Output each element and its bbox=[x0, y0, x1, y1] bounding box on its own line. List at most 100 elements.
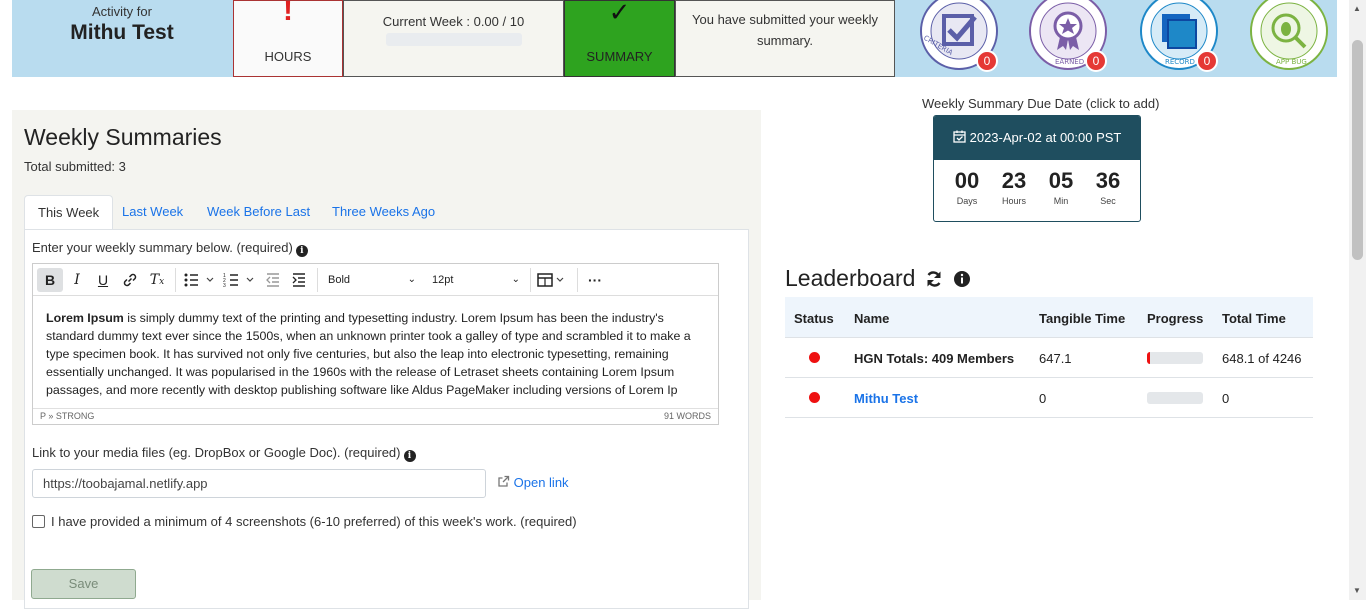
app-bug-badge-icon: APP BUG bbox=[1250, 0, 1328, 70]
checkmark-icon: ✓ bbox=[608, 1, 631, 27]
progress-bar bbox=[1147, 392, 1203, 404]
countdown-days-value: 00 bbox=[954, 168, 980, 193]
user-name: Mithu Test bbox=[70, 21, 174, 44]
col-status: Status bbox=[794, 311, 834, 326]
due-date-countdown[interactable]: 2023-Apr-02 at 00:00 PST 00 Days 23 Hour… bbox=[933, 115, 1141, 222]
page-title: Weekly Summaries bbox=[24, 124, 222, 150]
due-date-header: 2023-Apr-02 at 00:00 PST bbox=[934, 116, 1140, 160]
tab-three-weeks-ago[interactable]: Three Weeks Ago bbox=[319, 195, 448, 229]
screenshots-checkbox-row[interactable]: I have provided a minimum of 4 screensho… bbox=[32, 514, 577, 529]
link-label-row: Link to your media files (eg. DropBox or… bbox=[32, 445, 416, 462]
screenshots-checkbox-label: I have provided a minimum of 4 screensho… bbox=[51, 514, 577, 529]
word-count: 91 WORDS bbox=[663, 411, 711, 421]
progress-bar bbox=[1147, 352, 1203, 364]
summary-tile[interactable]: ✓ SUMMARY bbox=[564, 0, 675, 77]
editor-label: Enter your weekly summary below. (requir… bbox=[32, 240, 293, 255]
summary-editor[interactable]: B I U Tx 123 Bold ⌄ 12pt ⌄ ··· Lorem Ips… bbox=[32, 263, 719, 425]
editor-toolbar: B I U Tx 123 Bold ⌄ 12pt ⌄ ··· bbox=[33, 264, 718, 296]
scroll-up-arrow-icon[interactable]: ▲ bbox=[1353, 4, 1361, 13]
svg-text:EARNED: EARNED bbox=[1055, 58, 1084, 66]
status-dot bbox=[809, 352, 820, 363]
warning-icon: ! bbox=[283, 1, 293, 27]
scroll-down-arrow-icon[interactable]: ▼ bbox=[1353, 586, 1361, 595]
page-scrollbar[interactable]: ▲ ▼ bbox=[1349, 0, 1366, 600]
content-body: is simply dummy text of the printing and… bbox=[46, 311, 691, 397]
link-icon[interactable] bbox=[118, 268, 142, 292]
earned-badge[interactable]: EARNED 0 bbox=[1027, 0, 1109, 72]
countdown-minutes-value: 05 bbox=[1048, 168, 1074, 193]
current-week-tile: Current Week : 0.00 / 10 bbox=[343, 0, 564, 77]
col-name: Name bbox=[854, 311, 890, 326]
svg-text:RECORD: RECORD bbox=[1165, 58, 1195, 66]
member-name-link[interactable]: Mithu Test bbox=[854, 391, 918, 406]
bullet-list-icon[interactable] bbox=[181, 268, 221, 292]
open-link-label: Open link bbox=[513, 475, 569, 490]
editor-statusbar: P » STRONG 91 WORDS bbox=[33, 408, 718, 424]
countdown-seconds: 36 Sec bbox=[1088, 168, 1128, 206]
table-row: Mithu Test 0 0 bbox=[785, 378, 1313, 418]
leaderboard-actions bbox=[925, 270, 971, 291]
tab-last-week[interactable]: Last Week bbox=[109, 195, 196, 229]
countdown-days: 00 Days bbox=[947, 168, 987, 206]
calendar-check-icon bbox=[952, 130, 966, 143]
refresh-icon[interactable] bbox=[925, 270, 943, 288]
tab-week-before-last[interactable]: Week Before Last bbox=[194, 195, 323, 229]
table-icon[interactable] bbox=[535, 268, 571, 292]
outdent-icon[interactable] bbox=[261, 268, 285, 292]
current-week-label: Current Week : 0.00 / 10 bbox=[382, 14, 525, 29]
countdown-seconds-unit: Sec bbox=[1100, 196, 1116, 206]
info-icon[interactable] bbox=[953, 270, 971, 288]
indent-icon[interactable] bbox=[287, 268, 311, 292]
element-path: P » STRONG bbox=[40, 411, 95, 421]
open-link[interactable]: Open link bbox=[497, 475, 569, 490]
activity-banner: Activity for Mithu Test ! HOURS Current … bbox=[12, 0, 1337, 77]
countdown-hours-unit: Hours bbox=[1001, 196, 1026, 206]
italic-button[interactable]: I bbox=[65, 268, 89, 292]
svg-text:3: 3 bbox=[223, 283, 226, 288]
leaderboard-header: Status Name Tangible Time Progress Total… bbox=[785, 297, 1313, 338]
col-progress: Progress bbox=[1147, 311, 1204, 326]
underline-button[interactable]: U bbox=[91, 268, 115, 292]
tab-this-week[interactable]: This Week bbox=[24, 195, 114, 229]
countdown-hours: 23 Hours bbox=[994, 168, 1034, 206]
app-bug-badge[interactable]: APP BUG bbox=[1248, 0, 1330, 72]
screenshots-checkbox[interactable] bbox=[32, 515, 45, 528]
summary-status-message: You have submitted your weekly summary. bbox=[675, 0, 895, 77]
record-badge-count: 0 bbox=[1196, 50, 1218, 72]
countdown-minutes: 05 Min bbox=[1041, 168, 1081, 206]
font-size-value: 12pt bbox=[432, 274, 454, 286]
current-week-progress bbox=[385, 33, 522, 46]
font-size-select[interactable]: 12pt ⌄ bbox=[424, 268, 524, 292]
summary-label: SUMMARY bbox=[586, 49, 653, 64]
criteria-badge-count: 0 bbox=[976, 50, 998, 72]
weekly-summaries-panel: Weekly Summaries Total submitted: 3 This… bbox=[12, 110, 761, 609]
numbered-list-icon[interactable]: 123 bbox=[221, 268, 261, 292]
table-row: HGN Totals: 409 Members 647.1 648.1 of 4… bbox=[785, 338, 1313, 378]
total-submitted: Total submitted: 3 bbox=[24, 159, 126, 174]
link-label: Link to your media files (eg. DropBox or… bbox=[32, 445, 401, 460]
chevron-down-icon: ⌄ bbox=[511, 274, 520, 285]
clear-format-icon[interactable]: Tx bbox=[145, 268, 169, 292]
scrollbar-thumb[interactable] bbox=[1352, 40, 1363, 260]
record-badge[interactable]: RECORD 0 bbox=[1138, 0, 1220, 72]
save-button[interactable]: Save bbox=[31, 569, 136, 599]
leaderboard-table: Status Name Tangible Time Progress Total… bbox=[785, 297, 1313, 418]
content-bold-lead: Lorem Ipsum bbox=[46, 311, 124, 325]
status-dot bbox=[809, 392, 820, 403]
font-style-select[interactable]: Bold ⌄ bbox=[320, 268, 420, 292]
info-icon[interactable]: i bbox=[295, 245, 308, 257]
member-name: HGN Totals: 409 Members bbox=[854, 351, 1015, 366]
due-date-label[interactable]: Weekly Summary Due Date (click to add) bbox=[922, 96, 1159, 111]
activity-header: Activity for Mithu Test bbox=[12, 0, 232, 77]
info-icon[interactable]: i bbox=[403, 450, 416, 462]
tab-content: Enter your weekly summary below. (requir… bbox=[24, 229, 749, 609]
editor-content[interactable]: Lorem Ipsum is simply dummy text of the … bbox=[33, 296, 718, 408]
bold-button[interactable]: B bbox=[37, 268, 63, 292]
editor-label-row: Enter your weekly summary below. (requir… bbox=[32, 240, 308, 257]
hours-tile[interactable]: ! HOURS bbox=[233, 0, 343, 77]
more-icon[interactable]: ··· bbox=[582, 268, 608, 292]
media-link-input[interactable]: https://toobajamal.netlify.app bbox=[32, 469, 486, 498]
criteria-badge[interactable]: CRITERIA 0 bbox=[918, 0, 1000, 72]
hours-label: HOURS bbox=[264, 49, 312, 64]
svg-text:APP BUG: APP BUG bbox=[1276, 58, 1307, 66]
